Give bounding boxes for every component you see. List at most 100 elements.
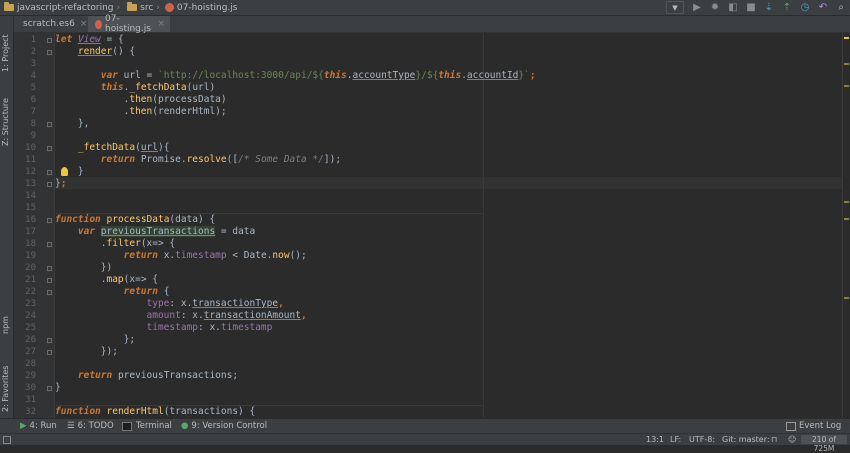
fold-marker-icon[interactable] — [47, 50, 52, 55]
fold-marker-icon[interactable] — [47, 290, 52, 295]
line-number: 14 — [25, 191, 36, 201]
event-log-button[interactable]: Event Log — [786, 419, 841, 433]
current-line-highlight — [55, 177, 842, 189]
terminal-icon — [122, 421, 132, 431]
line-number: 13 — [25, 179, 36, 189]
terminal-tool-button[interactable]: Terminal — [122, 419, 172, 433]
fold-marker-icon[interactable] — [47, 38, 52, 43]
status-bar: 13:1 LF: UTF-8: Git: master: ⊓ ☺ 210 of … — [0, 433, 850, 453]
fold-marker-icon[interactable] — [47, 386, 52, 391]
line-number: 11 — [25, 155, 36, 165]
warning-marker[interactable] — [844, 85, 849, 87]
fold-marker-icon[interactable] — [47, 122, 52, 127]
inspection-status-icon[interactable] — [844, 37, 849, 39]
breadcrumb-separator: › — [156, 2, 160, 13]
code-line-26: }; — [55, 334, 136, 345]
todo-tool-button[interactable]: ☰ 6: TODO — [67, 419, 114, 433]
fold-marker-icon[interactable] — [47, 350, 52, 355]
fold-marker-icon[interactable] — [47, 266, 52, 271]
right-margin-guide — [483, 33, 484, 418]
inspector-icon[interactable]: ☺ — [788, 434, 796, 445]
line-number: 29 — [25, 371, 36, 381]
memory-indicator[interactable]: 210 of 725M — [801, 435, 847, 453]
revert-icon[interactable]: ↶ — [816, 1, 830, 14]
line-number: 15 — [25, 203, 36, 213]
tab-label: 07-hoisting.js — [105, 14, 151, 34]
breadcrumb-file[interactable]: 07-hoisting.js — [177, 3, 238, 13]
code-line-23: type: x.transactionType, — [146, 298, 284, 309]
caret-position[interactable]: 13:1 — [646, 434, 664, 445]
debug-icon[interactable]: ✹ — [708, 1, 722, 14]
project-tool-button[interactable]: 1: Project — [1, 34, 10, 72]
version-control-tool-button[interactable]: ● 9: Version Control — [181, 419, 267, 433]
fold-marker-icon[interactable] — [47, 182, 52, 187]
breadcrumb-project[interactable]: javascript-refactoring — [17, 3, 114, 13]
line-number: 26 — [25, 335, 36, 345]
code-line-13: }; — [55, 178, 67, 189]
line-number: 12 — [25, 167, 36, 177]
code-line-19: return x.timestamp < Date.now(); — [123, 250, 307, 261]
code-line-16: function processData(data) { — [55, 214, 216, 225]
favorites-tool-button[interactable]: 2: Favorites — [1, 366, 10, 412]
vcs-update-icon[interactable]: ⇣ — [762, 1, 776, 14]
warning-marker[interactable] — [844, 297, 849, 299]
warning-marker[interactable] — [844, 201, 849, 203]
code-line-21: .map(x=> { — [55, 274, 158, 285]
vcs-history-icon[interactable]: ◷ — [798, 1, 812, 14]
code-line-1: let View = { — [55, 34, 124, 45]
run-tool-button[interactable]: ▶ 4: Run — [20, 419, 57, 433]
warning-marker[interactable] — [844, 63, 849, 65]
code-line-17: var previousTransactions = data — [77, 226, 256, 237]
line-number: 18 — [25, 239, 36, 249]
tool-windows-icon[interactable] — [3, 436, 11, 444]
search-icon[interactable]: ⌕ — [834, 1, 848, 14]
coverage-icon[interactable]: ◧ — [726, 1, 740, 14]
fold-marker-icon[interactable] — [47, 338, 52, 343]
warning-marker[interactable] — [844, 218, 849, 220]
code-editor[interactable]: let View = { render() { var url = `http:… — [55, 33, 842, 418]
lock-icon[interactable]: ⊓ — [771, 434, 777, 445]
line-number: 31 — [25, 395, 36, 405]
todo-icon: ☰ — [67, 421, 75, 431]
tool-window-bar: ▶ 4: Run ☰ 6: TODO Terminal ● 9: Version… — [0, 418, 850, 433]
line-number: 2 — [30, 47, 36, 57]
fold-marker-icon[interactable] — [47, 218, 52, 223]
editor-scrollbar[interactable] — [842, 33, 850, 418]
close-icon[interactable]: × — [80, 19, 88, 29]
tab-label: scratch.es6 — [23, 19, 75, 29]
git-branch[interactable]: Git: master: — [722, 434, 770, 445]
code-line-18: .filter(x=> { — [55, 238, 176, 249]
code-line-20: }) — [55, 262, 113, 273]
npm-tool-button[interactable]: npm — [1, 316, 10, 334]
line-number: 7 — [30, 107, 36, 117]
line-number: 27 — [25, 347, 36, 357]
tab-scratch-es6[interactable]: scratch.es6 × — [14, 16, 87, 32]
fold-marker-icon[interactable] — [47, 278, 52, 283]
run-toolbar: ▼ ▶ ✹ ◧ ■ ⇣ ⇡ ◷ ↶ ⌕ — [666, 0, 850, 15]
file-encoding[interactable]: UTF-8: — [689, 434, 715, 445]
line-separator[interactable]: LF: — [670, 434, 681, 445]
tab-07-hoisting-js[interactable]: 07-hoisting.js × — [88, 14, 170, 34]
event-log-icon — [786, 421, 796, 431]
fold-marker-icon[interactable] — [47, 242, 52, 247]
code-line-2: render() { — [77, 46, 136, 57]
run-icon[interactable]: ▶ — [690, 1, 704, 14]
line-number: 4 — [30, 71, 36, 81]
lightbulb-icon[interactable] — [61, 167, 68, 176]
breadcrumb-folder[interactable]: src — [140, 3, 153, 13]
code-line-25: timestamp: x.timestamp — [146, 322, 273, 333]
left-tool-strip: 1: Project Z: Structure npm 2: Favorites — [0, 16, 14, 418]
structure-tool-button[interactable]: Z: Structure — [1, 98, 10, 146]
line-number: 20 — [25, 263, 36, 273]
vcs-commit-icon[interactable]: ⇡ — [780, 1, 794, 14]
code-line-24: amount: x.transactionAmount, — [146, 310, 307, 321]
line-number: 6 — [30, 95, 36, 105]
fold-marker-icon[interactable] — [47, 170, 52, 175]
editor-gutter[interactable]: 1 2 3 4 5 6 7 8 9 10 11 12 13 14 15 16 17 18 19 20 21 22 23 24 2… — [14, 33, 55, 418]
close-icon[interactable]: × — [157, 19, 165, 29]
run-config-dropdown[interactable]: ▼ — [666, 1, 684, 14]
js-file-icon — [95, 19, 103, 29]
code-line-29: return previousTransactions; — [77, 370, 239, 381]
stop-icon[interactable]: ■ — [744, 1, 758, 14]
fold-marker-icon[interactable] — [47, 146, 52, 151]
